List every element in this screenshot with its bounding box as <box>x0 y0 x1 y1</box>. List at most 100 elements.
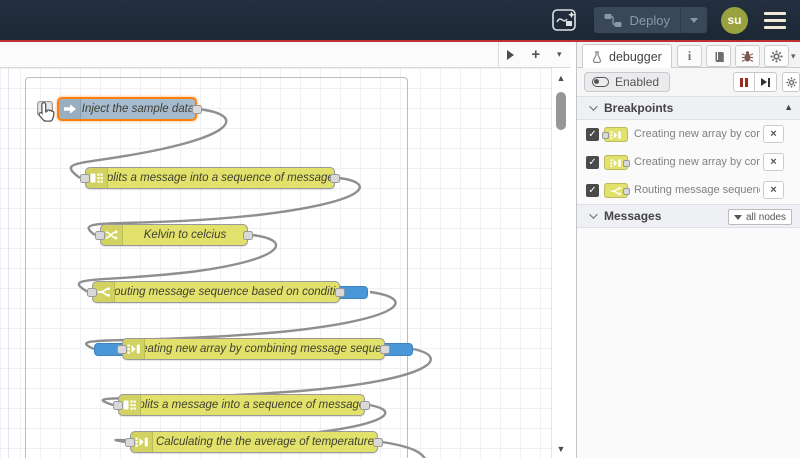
split-node-icon <box>123 400 136 410</box>
flow-canvas[interactable]: Inject the sample data Splits a message i… <box>0 68 552 458</box>
menu-bar-icon <box>764 18 786 22</box>
tab-debug-messages[interactable] <box>735 45 760 67</box>
mini-port <box>602 131 609 139</box>
breakpoint-row: ✓ Creating new array by combining message… <box>577 120 800 148</box>
breakpoints-title: Breakpoints <box>604 101 674 115</box>
mini-port <box>623 187 630 195</box>
bug-icon <box>741 50 754 62</box>
node-label: Splits a message into a sequence of mess… <box>108 172 334 184</box>
add-flow-button[interactable]: + <box>531 47 540 62</box>
remove-breakpoint-button[interactable]: × <box>763 153 784 171</box>
node-icon-region <box>59 99 81 119</box>
enabled-label: Enabled <box>615 75 660 89</box>
output-port[interactable] <box>373 437 383 447</box>
remove-breakpoint-button[interactable]: × <box>763 181 784 199</box>
gear-icon <box>770 50 783 62</box>
input-port[interactable] <box>95 230 105 240</box>
breakpoints-section-header[interactable]: Breakpoints ▲ <box>577 96 800 120</box>
flow-node-join[interactable]: Creating new array by combining message … <box>122 338 385 360</box>
messages-section-header[interactable]: Messages all nodes <box>577 204 800 228</box>
scrollbar-thumb[interactable] <box>556 92 566 130</box>
mini-port <box>623 159 630 167</box>
chevron-down-icon <box>690 17 698 23</box>
scroll-up-icon[interactable]: ▲ <box>552 73 570 83</box>
messages-filter-button[interactable]: all nodes <box>727 209 792 225</box>
chevron-down-icon <box>589 210 598 219</box>
output-port[interactable] <box>360 400 370 410</box>
flow-node-inject[interactable]: Inject the sample data <box>57 97 197 121</box>
more-tabs-button[interactable]: ▾ <box>791 51 796 62</box>
join-node-icon <box>610 158 621 167</box>
flow-node-join[interactable]: Calculating the the average of temperatu… <box>130 431 378 453</box>
flow-node-change[interactable]: Kelvin to celcius <box>100 224 248 246</box>
node-red-app: Deploy su + ▾ Inject the sample data Spli… <box>0 0 800 458</box>
inject-trigger-button[interactable] <box>37 101 53 116</box>
canvas-scrollbar[interactable]: ▲ ▼ <box>552 68 570 458</box>
pause-button[interactable] <box>733 72 755 92</box>
tab-info[interactable]: i <box>677 45 702 67</box>
input-port[interactable] <box>113 400 123 410</box>
flow-node-split[interactable]: Splits a message into a sequence of mess… <box>85 167 335 189</box>
flow-assistant-button[interactable] <box>550 6 580 34</box>
output-port[interactable] <box>243 230 253 240</box>
flow-tabbar: + ▾ <box>0 42 570 68</box>
flask-icon <box>592 50 602 63</box>
sidebar-splitter[interactable] <box>570 42 577 458</box>
breakpoint-label: Routing message sequence based on condit… <box>634 184 760 196</box>
output-port[interactable] <box>192 104 202 114</box>
flow-node-split[interactable]: Splits a message into a sequence of mess… <box>118 394 365 416</box>
user-avatar[interactable]: su <box>721 6 748 34</box>
tab-scroll-right-icon[interactable] <box>507 49 515 60</box>
scroll-down-icon[interactable]: ▼ <box>552 444 570 454</box>
tab-config-nodes[interactable] <box>764 45 789 67</box>
join-node-icon <box>135 437 148 447</box>
flow-sparkle-icon <box>551 9 576 31</box>
menu-bar-icon <box>764 11 786 15</box>
flow-list-button[interactable]: ▾ <box>557 49 562 60</box>
deploy-options-button[interactable] <box>680 7 707 33</box>
node-label: Routing message sequence based on condit… <box>115 286 339 298</box>
list-scroll-up-icon[interactable]: ▲ <box>784 102 793 112</box>
breakpoint-checkbox[interactable]: ✓ <box>586 155 599 169</box>
mini-node-icon-join <box>604 154 630 170</box>
pause-icon <box>740 77 748 87</box>
tab-debugger[interactable]: debugger <box>582 44 672 69</box>
step-button[interactable] <box>755 72 777 92</box>
input-port[interactable] <box>80 173 90 183</box>
toggle-icon <box>592 77 609 87</box>
app-header: Deploy su <box>0 0 800 42</box>
remove-breakpoint-button[interactable]: × <box>763 125 784 143</box>
deploy-button[interactable]: Deploy <box>593 7 707 33</box>
info-icon: i <box>687 48 692 63</box>
breakpoint-checkbox[interactable]: ✓ <box>586 183 599 197</box>
join-node-icon <box>127 344 140 354</box>
flow-node-switch[interactable]: Routing message sequence based on condit… <box>92 281 340 303</box>
input-port[interactable] <box>117 344 127 354</box>
breakpoint-label: Creating new array by combining message … <box>634 128 760 140</box>
gear-icon <box>785 76 797 88</box>
input-port[interactable] <box>125 437 135 447</box>
output-port[interactable] <box>380 344 390 354</box>
chevron-down-icon <box>589 102 598 111</box>
debugger-enabled-toggle[interactable]: Enabled <box>584 72 671 92</box>
debugger-toolbar: Enabled <box>577 68 800 96</box>
main-menu-button[interactable] <box>762 8 788 33</box>
output-port[interactable] <box>330 173 340 183</box>
menu-bar-icon <box>764 25 786 29</box>
debug-sidebar: debugger i ▾ Enabled Breakpoints ▲ ✓ Cre… <box>577 42 800 458</box>
sidebar-tabbar: debugger i ▾ <box>577 42 800 69</box>
input-port[interactable] <box>87 287 97 297</box>
breakpoint-checkbox[interactable]: ✓ <box>586 127 599 141</box>
messages-title: Messages <box>604 209 662 223</box>
node-label: Calculating the the average of temperatu… <box>156 436 374 448</box>
breakpoint-label: Creating new array by combining message … <box>634 156 760 168</box>
switch-node-icon <box>610 186 621 195</box>
debugger-settings-button[interactable] <box>782 72 800 92</box>
tab-help[interactable] <box>706 45 731 67</box>
switch-node-icon <box>97 287 110 297</box>
step-icon <box>761 77 770 87</box>
node-label: Kelvin to celcius <box>143 229 227 241</box>
filter-icon <box>733 214 742 220</box>
deploy-nodes-icon <box>604 13 622 27</box>
output-port[interactable] <box>335 287 345 297</box>
